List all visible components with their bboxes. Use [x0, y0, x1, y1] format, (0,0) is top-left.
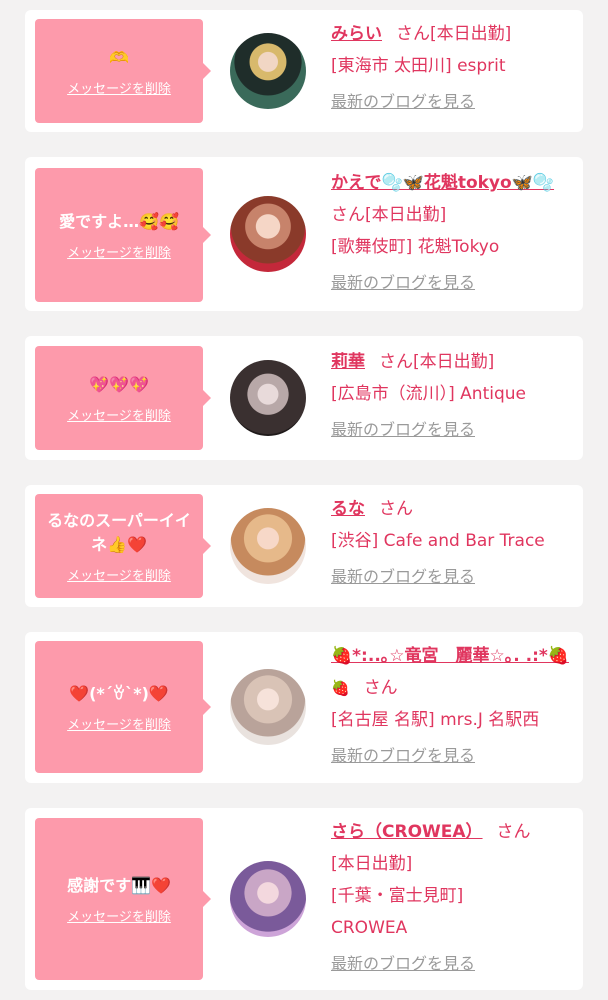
message-card: 💖💖💖 メッセージを削除 莉華 さん[本日出勤] [広島市（流川）] Antiqu…	[25, 336, 583, 460]
message-text: ❤️(*´ꈊ`*)❤️	[69, 683, 169, 703]
message-bubble: 🫶 メッセージを削除	[35, 19, 211, 123]
avatar[interactable]	[230, 669, 306, 745]
avatar[interactable]	[230, 33, 306, 109]
cast-name-link[interactable]: かえで🫧🦋花魁tokyo🦋🫧	[331, 167, 577, 199]
message-text: るなのスーパーイイネ👍❤️	[47, 510, 191, 554]
san-label: さん	[363, 678, 398, 698]
message-text: 感謝です🎹❤️	[67, 875, 171, 895]
san-label: さん	[379, 499, 413, 519]
avatar[interactable]	[230, 196, 306, 272]
message-card: 🫶 メッセージを削除 みらい さん[本日出勤] [東海市 太田川] esprit …	[25, 10, 583, 132]
message-bubble: るなのスーパーイイネ👍❤️ メッセージを削除	[35, 494, 211, 598]
avatar[interactable]	[230, 360, 306, 436]
message-card: 感謝です🎹❤️ メッセージを削除 さら（CROWEA） さん [本日出勤] [千葉…	[25, 808, 583, 990]
work-status: [本日出勤]	[430, 24, 512, 44]
cast-name-link[interactable]: みらい	[331, 24, 382, 44]
message-bubble: 愛ですよ…🥰🥰 メッセージを削除	[35, 168, 211, 302]
message-card: るなのスーパーイイネ👍❤️ メッセージを削除 るな さん [渋谷] Cafe an…	[25, 485, 583, 607]
san-label: さん	[496, 822, 531, 842]
delete-message-link[interactable]: メッセージを削除	[67, 714, 171, 733]
view-blog-link[interactable]: 最新のブログを見る	[331, 948, 577, 980]
shop-info: [歌舞伎町] 花魁Tokyo	[331, 237, 500, 257]
strawberry-icon: 🍓	[331, 679, 350, 697]
shop-info: [東海市 太田川] esprit	[331, 56, 506, 76]
cast-info: さら（CROWEA） さん [本日出勤] [千葉・富士見町] CROWEA 最新の…	[331, 816, 577, 980]
view-blog-link[interactable]: 最新のブログを見る	[331, 561, 577, 593]
message-text: 💖💖💖	[89, 374, 149, 394]
message-bubble: 💖💖💖 メッセージを削除	[35, 346, 211, 450]
work-status: [本日出勤]	[331, 854, 413, 874]
cast-name-link[interactable]: 🍓*:..｡☆竜宮 麗華☆｡. .:*🍓	[331, 640, 577, 672]
cast-info: るな さん [渋谷] Cafe and Bar Trace 最新のブログを見る	[331, 493, 577, 593]
work-status: [本日出勤]	[413, 352, 495, 372]
delete-message-link[interactable]: メッセージを削除	[67, 565, 171, 584]
view-blog-link[interactable]: 最新のブログを見る	[331, 267, 577, 299]
delete-message-link[interactable]: メッセージを削除	[67, 906, 171, 925]
cast-info: かえで🫧🦋花魁tokyo🦋🫧 さん[本日出勤] [歌舞伎町] 花魁Tokyo 最…	[331, 167, 577, 299]
delete-message-link[interactable]: メッセージを削除	[67, 405, 171, 424]
shop-info: [千葉・富士見町] CROWEA	[331, 886, 464, 938]
shop-info: [渋谷] Cafe and Bar Trace	[331, 531, 545, 551]
cast-info: 🍓*:..｡☆竜宮 麗華☆｡. .:*🍓 🍓 さん [名古屋 名駅] mrs.J …	[331, 640, 577, 772]
delete-message-link[interactable]: メッセージを削除	[67, 242, 171, 261]
message-card: ❤️(*´ꈊ`*)❤️ メッセージを削除 🍓*:..｡☆竜宮 麗華☆｡. .:*…	[25, 632, 583, 783]
message-card: 愛ですよ…🥰🥰 メッセージを削除 かえで🫧🦋花魁tokyo🦋🫧 さん[本日出勤]…	[25, 157, 583, 311]
san-label: さん	[379, 352, 413, 372]
view-blog-link[interactable]: 最新のブログを見る	[331, 414, 577, 446]
delete-message-link[interactable]: メッセージを削除	[67, 78, 171, 97]
view-blog-link[interactable]: 最新のブログを見る	[331, 86, 577, 118]
shop-info: [名古屋 名駅] mrs.J 名駅西	[331, 710, 540, 730]
cast-name-link[interactable]: るな	[331, 499, 365, 519]
message-text: 愛ですよ…🥰🥰	[59, 211, 179, 231]
cast-name-link[interactable]: 莉華	[331, 352, 365, 372]
cast-info: 莉華 さん[本日出勤] [広島市（流川）] Antique 最新のブログを見る	[331, 346, 577, 446]
san-label: さん	[396, 24, 430, 44]
message-text: 🫶	[109, 47, 129, 67]
work-status: [本日出勤]	[365, 205, 447, 225]
message-bubble: ❤️(*´ꈊ`*)❤️ メッセージを削除	[35, 641, 211, 773]
san-label: さん	[331, 205, 365, 225]
message-bubble: 感謝です🎹❤️ メッセージを削除	[35, 818, 211, 980]
avatar[interactable]	[230, 508, 306, 584]
avatar[interactable]	[230, 861, 306, 937]
shop-info: [広島市（流川）] Antique	[331, 384, 526, 404]
view-blog-link[interactable]: 最新のブログを見る	[331, 740, 577, 772]
cast-name-link[interactable]: さら（CROWEA）	[331, 822, 483, 842]
cast-info: みらい さん[本日出勤] [東海市 太田川] esprit 最新のブログを見る	[331, 18, 577, 118]
